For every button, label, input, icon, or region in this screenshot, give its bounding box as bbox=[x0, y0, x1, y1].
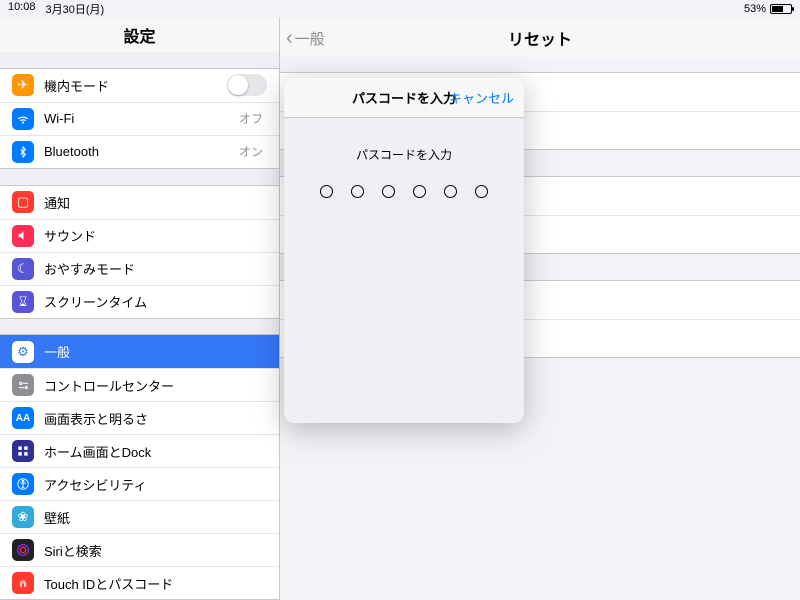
cancel-button[interactable]: キャンセル bbox=[449, 88, 514, 107]
gear-icon: ⚙︎ bbox=[12, 341, 34, 363]
sidebar-item-notifications[interactable]: ▢ 通知 bbox=[0, 186, 279, 219]
chevron-left-icon: ‹ bbox=[286, 28, 293, 48]
sidebar-item-touchid[interactable]: Touch IDとパスコード bbox=[0, 566, 279, 599]
screentime-icon: ⌛︎ bbox=[12, 291, 34, 313]
modal-header: パスコードを入力 キャンセル bbox=[284, 78, 524, 118]
modal-title: パスコードを入力 bbox=[352, 88, 456, 107]
home-icon bbox=[12, 440, 34, 462]
sidebar-item-sound[interactable]: サウンド bbox=[0, 219, 279, 252]
status-time: 10:08 bbox=[8, 1, 36, 17]
sidebar-item-dnd[interactable]: ☾ おやすみモード bbox=[0, 252, 279, 285]
sidebar-item-accessibility[interactable]: アクセシビリティ bbox=[0, 467, 279, 500]
sidebar-item-label: おやすみモード bbox=[44, 259, 267, 278]
passcode-dot bbox=[351, 185, 364, 198]
sidebar-item-siri[interactable]: Siriと検索 bbox=[0, 533, 279, 566]
accessibility-icon bbox=[12, 473, 34, 495]
battery-percent: 53% bbox=[744, 3, 766, 15]
sidebar-item-display[interactable]: AA 画面表示と明るさ bbox=[0, 401, 279, 434]
sidebar-item-label: Wi-Fi bbox=[44, 111, 239, 126]
sidebar-item-controlcenter[interactable]: コントロールセンター bbox=[0, 368, 279, 401]
bluetooth-value: オン bbox=[239, 143, 263, 160]
display-icon: AA bbox=[12, 407, 34, 429]
siri-icon bbox=[12, 539, 34, 561]
airplane-icon: ✈︎ bbox=[12, 74, 34, 96]
sidebar-item-label: Touch IDとパスコード bbox=[44, 574, 267, 593]
sidebar-item-label: アクセシビリティ bbox=[44, 475, 267, 494]
sidebar-item-label: 通知 bbox=[44, 193, 267, 212]
passcode-modal: パスコードを入力 キャンセル パスコードを入力 bbox=[284, 78, 524, 423]
sound-icon bbox=[12, 225, 34, 247]
sidebar-item-label: 一般 bbox=[44, 342, 267, 361]
status-date: 3月30日(月) bbox=[46, 1, 105, 17]
sidebar-item-label: Bluetooth bbox=[44, 144, 239, 159]
sidebar-item-home[interactable]: ホーム画面とDock bbox=[0, 434, 279, 467]
dnd-icon: ☾ bbox=[12, 258, 34, 280]
status-bar: 10:08 3月30日(月) 53% bbox=[0, 0, 800, 18]
sidebar-item-label: ホーム画面とDock bbox=[44, 442, 267, 461]
settings-sidebar: 設定 ✈︎ 機内モード Wi-Fi オフ bbox=[0, 18, 280, 600]
sidebar-title: 設定 bbox=[0, 18, 279, 52]
passcode-dot bbox=[413, 185, 426, 198]
control-icon bbox=[12, 374, 34, 396]
back-label: 一般 bbox=[295, 28, 325, 49]
detail-pane: ‹ 一般 リセット すべての設定をリセット . . . . . bbox=[280, 18, 800, 600]
bluetooth-icon bbox=[12, 141, 34, 163]
notification-icon: ▢ bbox=[12, 191, 34, 213]
sidebar-item-bluetooth[interactable]: Bluetooth オン bbox=[0, 135, 279, 168]
sidebar-item-airplane[interactable]: ✈︎ 機内モード bbox=[0, 69, 279, 102]
sidebar-item-label: 画面表示と明るさ bbox=[44, 409, 267, 428]
battery-icon bbox=[770, 4, 792, 14]
sidebar-item-label: 機内モード bbox=[44, 76, 227, 95]
passcode-dots[interactable] bbox=[284, 185, 524, 198]
sidebar-item-wallpaper[interactable]: ❀ 壁紙 bbox=[0, 500, 279, 533]
wifi-value: オフ bbox=[239, 110, 263, 127]
sidebar-item-label: コントロールセンター bbox=[44, 376, 267, 395]
sidebar-item-label: 壁紙 bbox=[44, 508, 267, 527]
airplane-toggle[interactable] bbox=[227, 74, 267, 96]
sidebar-item-screentime[interactable]: ⌛︎ スクリーンタイム bbox=[0, 285, 279, 318]
passcode-dot bbox=[444, 185, 457, 198]
sidebar-item-wifi[interactable]: Wi-Fi オフ bbox=[0, 102, 279, 135]
wifi-icon bbox=[12, 108, 34, 130]
wallpaper-icon: ❀ bbox=[12, 506, 34, 528]
detail-title: リセット bbox=[508, 26, 572, 50]
passcode-dot bbox=[475, 185, 488, 198]
touchid-icon bbox=[12, 572, 34, 594]
passcode-dot bbox=[382, 185, 395, 198]
passcode-prompt: パスコードを入力 bbox=[284, 146, 524, 163]
passcode-dot bbox=[320, 185, 333, 198]
sidebar-item-label: サウンド bbox=[44, 226, 267, 245]
sidebar-item-label: スクリーンタイム bbox=[44, 292, 267, 311]
sidebar-item-general[interactable]: ⚙︎ 一般 bbox=[0, 335, 279, 368]
detail-header: ‹ 一般 リセット bbox=[280, 18, 800, 58]
back-button[interactable]: ‹ 一般 bbox=[286, 28, 325, 49]
sidebar-item-label: Siriと検索 bbox=[44, 541, 267, 560]
